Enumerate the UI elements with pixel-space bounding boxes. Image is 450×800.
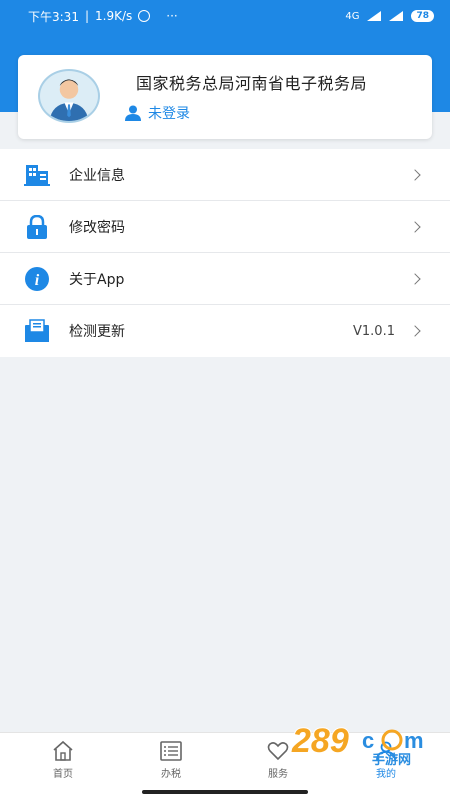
menu-item-check-update[interactable]: 检测更新 V1.0.1 xyxy=(0,305,450,357)
version-value: V1.0.1 xyxy=(353,323,395,339)
status-time: 下午3:31 xyxy=(28,9,79,24)
watermark-logo: 289 c m 手游网 xyxy=(290,718,450,768)
tab-label: 服务 xyxy=(268,769,288,780)
info-icon: i xyxy=(25,267,49,291)
svg-text:m: m xyxy=(404,728,424,753)
home-indicator xyxy=(142,790,308,794)
menu-item-about-app[interactable]: i 关于App xyxy=(0,253,450,305)
chevron-right-icon xyxy=(409,325,421,337)
status-speed: 1.9K/s xyxy=(95,9,133,23)
menu-item-change-password[interactable]: 修改密码 xyxy=(0,201,450,253)
menu-label: 关于App xyxy=(69,271,125,288)
chevron-right-icon xyxy=(409,168,421,181)
net-label: 4G xyxy=(345,10,360,22)
user-icon xyxy=(125,105,141,121)
more-dots: ··· xyxy=(166,9,178,23)
menu-label: 企业信息 xyxy=(69,167,125,184)
login-label: 未登录 xyxy=(148,106,190,122)
chevron-right-icon xyxy=(409,272,421,285)
svg-text:手游网: 手游网 xyxy=(372,752,411,766)
avatar[interactable] xyxy=(38,69,100,123)
settings-menu: 企业信息 修改密码 i 关于App 检测更新 V1.0.1 xyxy=(0,149,450,357)
signal-icon-2 xyxy=(389,11,404,21)
tab-tax[interactable]: 办税 xyxy=(131,739,211,780)
profile-card[interactable]: 国家税务总局河南省电子税务局 未登录 xyxy=(18,55,432,139)
lock-icon xyxy=(27,215,47,239)
tab-label: 我的 xyxy=(376,769,396,780)
menu-label: 检测更新 xyxy=(69,324,125,340)
menu-item-company-info[interactable]: 企业信息 xyxy=(0,149,450,201)
svg-text:i: i xyxy=(35,272,40,289)
menu-label: 修改密码 xyxy=(69,219,125,236)
org-name: 国家税务总局河南省电子税务局 xyxy=(136,74,368,93)
tab-home[interactable]: 首页 xyxy=(23,739,103,780)
svg-text:c: c xyxy=(362,728,374,753)
chevron-right-icon xyxy=(409,220,421,233)
list-icon xyxy=(160,741,182,761)
tab-label: 首页 xyxy=(53,769,73,780)
status-bar: 下午3:31 | 1.9K/s ··· 4G 78 xyxy=(0,0,450,32)
tab-label: 办税 xyxy=(161,769,181,780)
svg-text:289: 289 xyxy=(291,722,349,760)
envelope-icon xyxy=(25,319,49,342)
heart-icon xyxy=(267,742,289,761)
battery-icon: 78 xyxy=(411,10,434,22)
login-button[interactable]: 未登录 xyxy=(124,103,190,123)
signal-icon xyxy=(367,11,382,21)
home-icon xyxy=(53,740,73,761)
building-icon xyxy=(24,165,50,186)
alarm-icon xyxy=(138,10,151,22)
